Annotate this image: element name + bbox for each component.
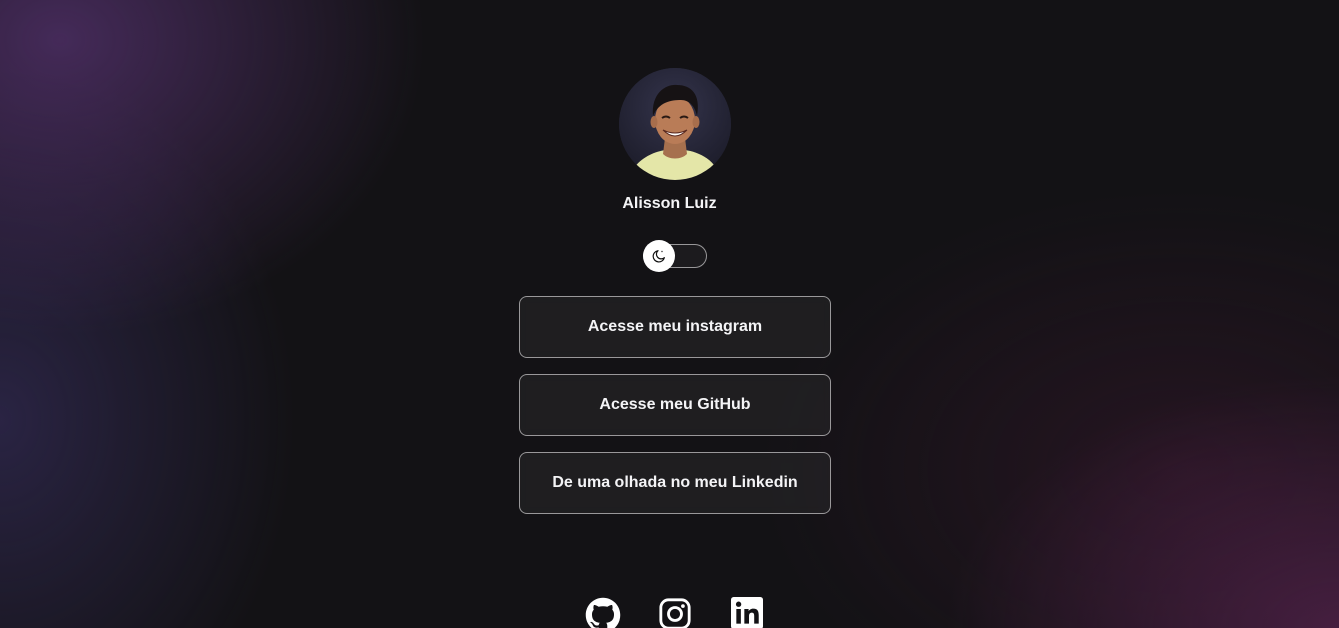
- theme-toggle-knob[interactable]: [643, 240, 675, 272]
- linkedin-icon[interactable]: [731, 597, 765, 628]
- instagram-icon[interactable]: [658, 597, 692, 628]
- instagram-link-button[interactable]: Acesse meu instagram: [519, 296, 831, 358]
- theme-toggle-switch[interactable]: [643, 240, 707, 272]
- social-icons: [585, 597, 765, 628]
- profile-name: Alisson Luiz: [622, 195, 717, 212]
- link-list: Acesse meu instagram Acesse meu GitHub D…: [519, 296, 831, 530]
- moon-icon: [652, 250, 665, 263]
- github-icon[interactable]: [585, 597, 621, 628]
- github-link-button[interactable]: Acesse meu GitHub: [519, 374, 831, 436]
- linkedin-link-button[interactable]: De uma olhada no meu Linkedin: [519, 452, 831, 514]
- avatar-photo: [619, 68, 731, 180]
- avatar: [619, 68, 731, 180]
